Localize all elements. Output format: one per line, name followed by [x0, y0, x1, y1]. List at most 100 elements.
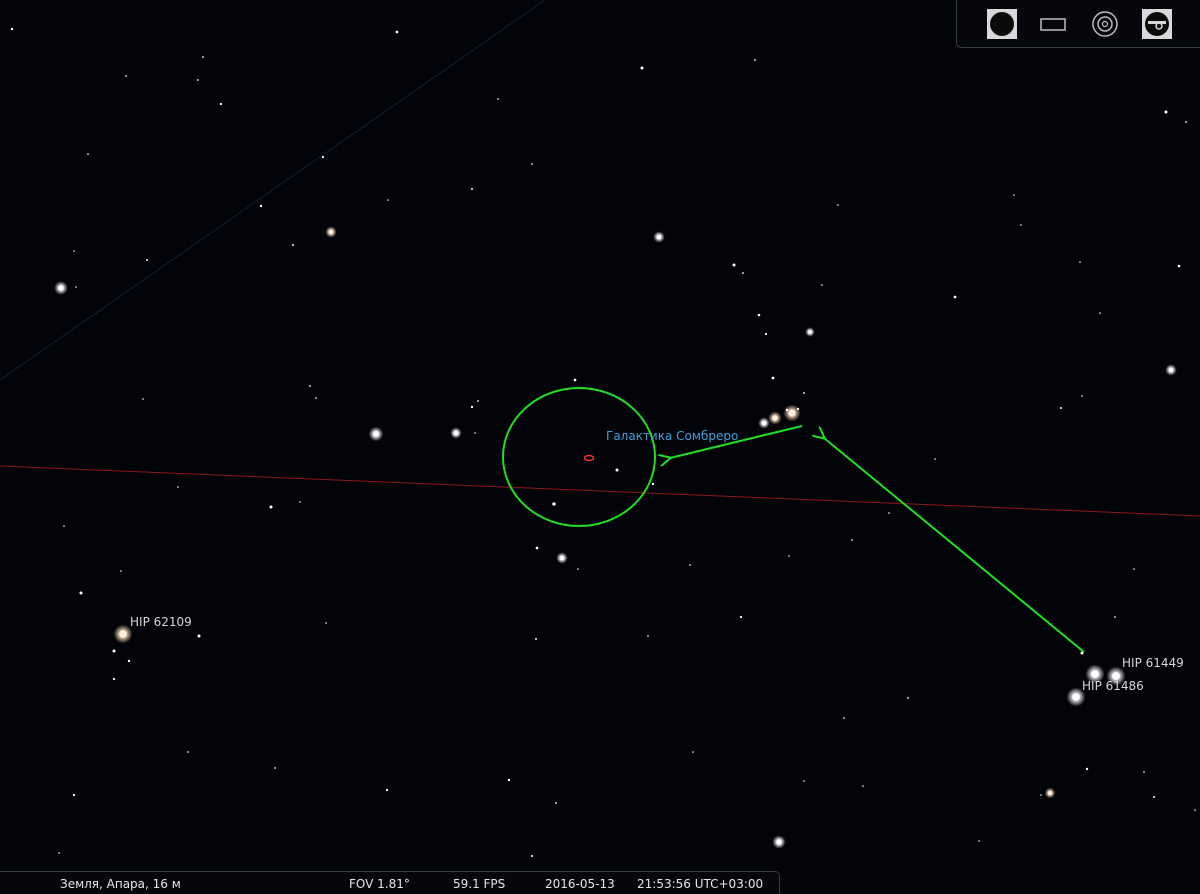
star[interactable]: [788, 555, 790, 557]
star[interactable]: [72, 793, 76, 797]
star[interactable]: [837, 204, 839, 206]
star[interactable]: [112, 649, 116, 653]
star[interactable]: [808, 330, 812, 334]
star[interactable]: [689, 564, 691, 566]
star[interactable]: [1020, 224, 1022, 226]
star[interactable]: [1133, 568, 1135, 570]
star[interactable]: [934, 458, 936, 460]
star[interactable]: [328, 229, 334, 235]
star[interactable]: [1114, 616, 1116, 618]
star[interactable]: [471, 188, 473, 190]
star[interactable]: [1099, 312, 1101, 314]
star[interactable]: [321, 155, 325, 159]
star[interactable]: [535, 546, 539, 550]
star[interactable]: [764, 332, 768, 336]
star[interactable]: [395, 30, 399, 34]
star[interactable]: [1091, 670, 1099, 678]
star[interactable]: [87, 153, 89, 155]
sky-canvas[interactable]: Галактика Сомбреро HIP 62109 HIP 61449 H…: [0, 0, 1200, 894]
star[interactable]: [535, 638, 537, 640]
star[interactable]: [615, 468, 619, 472]
star[interactable]: [640, 66, 644, 70]
star[interactable]: [146, 259, 148, 261]
star[interactable]: [274, 767, 276, 769]
rectangle-fov-button[interactable]: [1037, 8, 1069, 40]
star[interactable]: [761, 420, 767, 426]
star[interactable]: [125, 75, 127, 77]
star[interactable]: [119, 630, 127, 638]
star[interactable]: [862, 785, 864, 787]
time-text[interactable]: 21:53:56 UTC+03:00: [637, 877, 763, 891]
fov-text[interactable]: FOV 1.81°: [349, 877, 410, 891]
star[interactable]: [187, 751, 189, 753]
star[interactable]: [573, 378, 577, 382]
star-label-hip-61486[interactable]: HIP 61486: [1082, 679, 1144, 693]
star[interactable]: [1177, 264, 1181, 268]
star[interactable]: [1081, 395, 1083, 397]
star[interactable]: [299, 501, 301, 503]
telescope-sensor-button[interactable]: [1141, 8, 1173, 40]
star[interactable]: [1085, 767, 1089, 771]
star[interactable]: [742, 272, 744, 274]
star[interactable]: [385, 788, 389, 792]
star[interactable]: [10, 27, 14, 31]
star[interactable]: [75, 286, 77, 288]
star[interactable]: [1072, 693, 1080, 701]
star[interactable]: [757, 313, 761, 317]
star[interactable]: [796, 407, 800, 411]
star[interactable]: [1013, 194, 1015, 196]
star[interactable]: [785, 408, 789, 412]
star[interactable]: [692, 751, 694, 753]
star[interactable]: [259, 204, 263, 208]
star[interactable]: [1040, 794, 1042, 796]
star[interactable]: [555, 802, 557, 804]
star[interactable]: [772, 415, 778, 421]
star[interactable]: [552, 502, 556, 506]
star[interactable]: [474, 432, 476, 434]
star[interactable]: [1060, 407, 1062, 409]
star[interactable]: [843, 717, 845, 719]
star[interactable]: [309, 385, 311, 387]
star[interactable]: [1164, 110, 1168, 114]
star[interactable]: [647, 635, 649, 637]
star[interactable]: [1047, 790, 1053, 796]
star[interactable]: [1185, 121, 1187, 123]
star[interactable]: [120, 570, 122, 572]
star[interactable]: [453, 430, 459, 436]
star[interactable]: [292, 244, 294, 246]
star[interactable]: [821, 284, 823, 286]
star[interactable]: [197, 79, 199, 81]
star[interactable]: [79, 591, 83, 595]
star[interactable]: [63, 525, 65, 527]
star[interactable]: [754, 59, 756, 61]
star[interactable]: [776, 839, 782, 845]
galaxy-marker[interactable]: [583, 454, 595, 462]
date-text[interactable]: 2016-05-13: [545, 877, 615, 891]
star[interactable]: [788, 409, 796, 417]
star[interactable]: [325, 622, 327, 624]
star[interactable]: [58, 852, 60, 854]
star[interactable]: [387, 199, 389, 201]
sky-view[interactable]: Галактика Сомбреро HIP 62109 HIP 61449 H…: [0, 0, 1200, 894]
star[interactable]: [577, 568, 579, 570]
star[interactable]: [851, 539, 853, 541]
circle-fov-button[interactable]: [986, 8, 1018, 40]
star-label-hip-62109[interactable]: HIP 62109: [130, 615, 192, 629]
star[interactable]: [142, 398, 144, 400]
star[interactable]: [1168, 367, 1174, 373]
star[interactable]: [373, 431, 379, 437]
star[interactable]: [559, 555, 565, 561]
star[interactable]: [1143, 771, 1145, 773]
star[interactable]: [530, 854, 534, 858]
star[interactable]: [315, 397, 317, 399]
star[interactable]: [803, 780, 805, 782]
star[interactable]: [656, 234, 662, 240]
star[interactable]: [803, 392, 805, 394]
star[interactable]: [202, 56, 204, 58]
star[interactable]: [907, 697, 909, 699]
star[interactable]: [1194, 809, 1196, 811]
star[interactable]: [219, 102, 223, 106]
star[interactable]: [497, 98, 499, 100]
star[interactable]: [477, 400, 479, 402]
star[interactable]: [269, 505, 273, 509]
